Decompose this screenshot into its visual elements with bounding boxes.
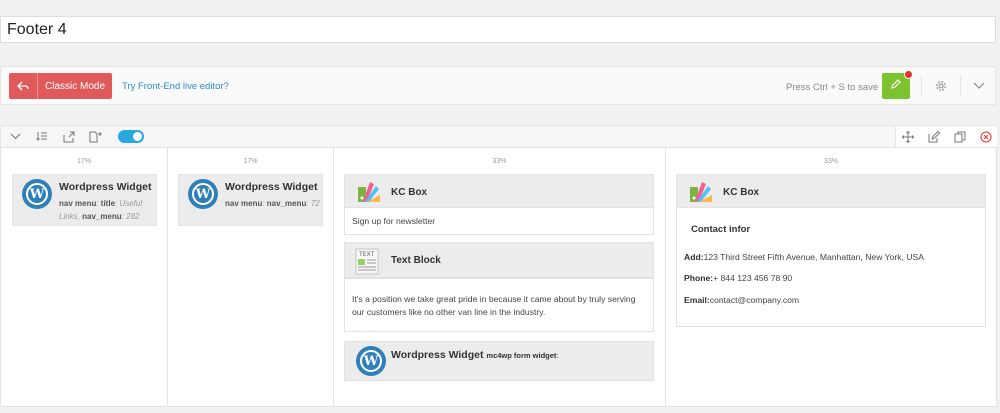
duplicate-icon[interactable] <box>953 130 966 143</box>
widget-title: Wordpress Widget <box>225 181 318 193</box>
export-icon[interactable] <box>62 130 75 143</box>
contact-heading: Contact infor <box>691 224 751 235</box>
pencil-icon <box>890 77 902 95</box>
text-block-icon: TEXT <box>355 248 381 275</box>
classic-mode-label: Classic Mode <box>45 80 106 92</box>
widget-description: nav menu: nav_menu: 72 <box>225 199 320 208</box>
toggle-knob <box>133 132 142 141</box>
collapse-chevron-icon[interactable] <box>9 130 22 143</box>
column-1[interactable]: 17% W Wordpress Widget nav menu: title: … <box>0 147 168 407</box>
kc-box-icon <box>357 181 381 203</box>
widget-title: Wordpress Widget <box>59 181 152 193</box>
kc-box-title: KC Box <box>723 187 760 198</box>
widget-description: nav menu: title: Useful Links, nav_menu:… <box>59 199 143 221</box>
kc-box-icon <box>689 181 713 203</box>
sort-columns-icon[interactable] <box>35 130 48 143</box>
column-4[interactable]: 33% KC Box Contact infor Add:123 Third S… <box>665 147 997 407</box>
gear-icon[interactable] <box>934 79 948 93</box>
column-2[interactable]: 17% W Wordpress Widget nav menu: nav_men… <box>167 147 334 407</box>
text-block-header[interactable]: TEXT Text Block <box>344 242 654 278</box>
row-controls-bar <box>0 125 997 148</box>
text-block-title: Text Block <box>391 255 441 266</box>
unsaved-indicator <box>904 70 913 79</box>
kc-box-header[interactable]: KC Box <box>344 174 654 208</box>
toolbar-divider <box>960 75 961 97</box>
wordpress-icon: W <box>22 179 52 209</box>
wordpress-icon: W <box>188 179 218 209</box>
newsletter-text: Sign up for newsletter <box>352 216 436 226</box>
row-columns: 17% W Wordpress Widget nav menu: title: … <box>0 147 1000 413</box>
column-width-label: 17% <box>243 158 258 165</box>
column-width-label: 33% <box>823 158 838 165</box>
column-3[interactable]: 33% KC Box Sign up for newsletter TEXT T… <box>333 147 666 407</box>
wordpress-widget[interactable]: W Wordpress Widget nav menu: title: Usef… <box>12 174 157 226</box>
contact-email: Email:contact@company.com <box>684 295 800 305</box>
text-block-body[interactable]: It's a position we take great pride in b… <box>344 278 654 332</box>
edit-icon[interactable] <box>927 130 940 143</box>
contact-phone: Phone:+ 844 123 456 78 90 <box>684 273 793 283</box>
wordpress-icon: W <box>356 346 386 376</box>
add-column-icon[interactable] <box>89 130 102 143</box>
page-title-input[interactable]: Footer 4 <box>0 16 996 43</box>
wordpress-widget[interactable]: W Wordpress Widget nav menu: nav_menu: 7… <box>178 174 323 226</box>
svg-text:TEXT: TEXT <box>358 251 374 258</box>
row-visibility-toggle[interactable] <box>118 130 144 143</box>
frontend-editor-link[interactable]: Try Front-End live editor? <box>122 81 229 92</box>
back-arrow-icon <box>9 73 38 99</box>
move-icon[interactable] <box>901 130 914 143</box>
delete-icon[interactable] <box>979 130 992 143</box>
kc-box-body[interactable]: Sign up for newsletter <box>344 207 654 235</box>
column-width-label: 17% <box>76 158 91 165</box>
chevron-down-icon[interactable] <box>972 79 986 93</box>
widget-title: Wordpress Widget mc4wp form widget: <box>391 349 559 361</box>
contact-address: Add:123 Third Street Fifth Avenue, Manha… <box>684 252 924 262</box>
save-hint: Press Ctrl + S to save <box>786 82 879 93</box>
row-actions <box>895 126 997 148</box>
kc-box-title: KC Box <box>391 187 428 198</box>
classic-mode-button[interactable]: Classic Mode <box>9 73 112 99</box>
widget-subtitle: mc4wp form widget <box>486 351 557 360</box>
editor-toolbar: Classic Mode Try Front-End live editor? … <box>0 66 996 105</box>
contact-box-body[interactable]: Contact infor Add:123 Third Street Fifth… <box>676 207 986 327</box>
wordpress-widget[interactable]: W Wordpress Widget mc4wp form widget: <box>344 341 654 381</box>
column-width-label: 33% <box>492 158 507 165</box>
kc-box-header[interactable]: KC Box <box>676 174 986 208</box>
save-button[interactable] <box>882 70 913 99</box>
text-block-content: It's a position we take great pride in b… <box>352 294 636 317</box>
toolbar-divider <box>921 75 922 97</box>
